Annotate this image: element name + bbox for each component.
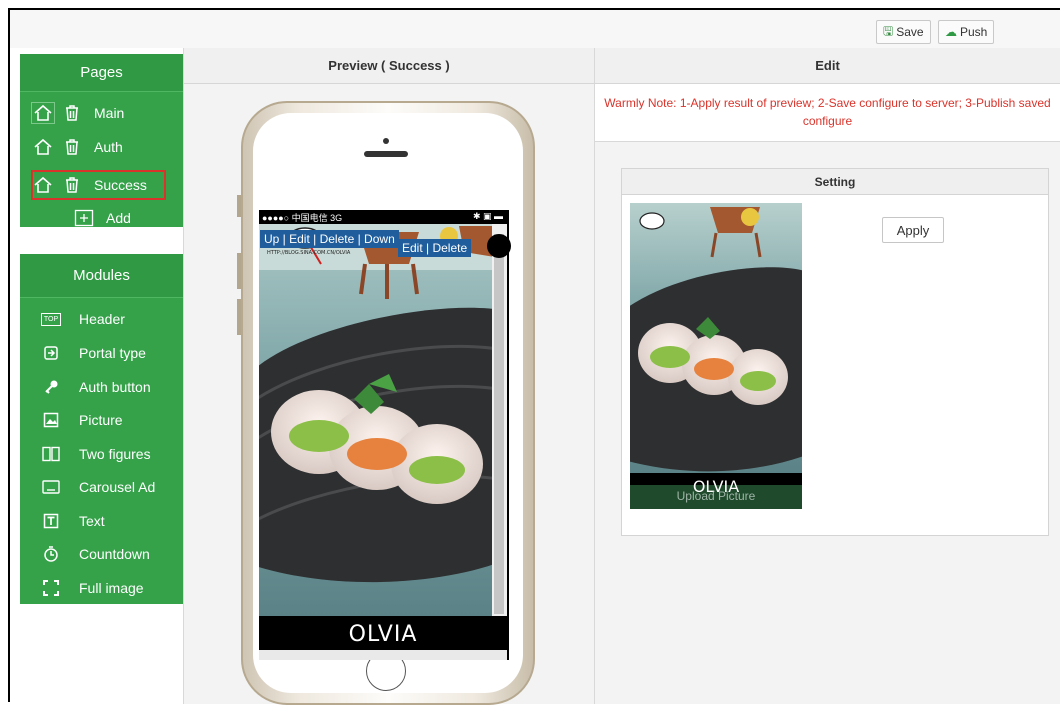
thumbnail-illustration <box>630 203 802 509</box>
module-label: Auth button <box>79 379 151 395</box>
home-icon[interactable] <box>32 137 54 157</box>
page-item-main[interactable]: Main <box>31 100 125 126</box>
key-icon <box>40 379 62 395</box>
module-full-image[interactable]: Full image <box>40 575 144 601</box>
apply-button[interactable]: Apply <box>882 217 944 243</box>
phone-side-button <box>237 299 241 335</box>
page-item-success[interactable]: Success <box>32 172 147 198</box>
phone-mockup: ●●●●○ 中国电信 3G ✱ ▣ ▬ HTTP://BLOG.SINA.COM… <box>237 101 535 705</box>
scrollbar-thumb[interactable] <box>494 234 504 614</box>
home-icon[interactable] <box>31 102 55 124</box>
add-page-button[interactable]: Add <box>74 205 131 231</box>
home-icon[interactable] <box>32 175 54 195</box>
dark-circle-marker <box>487 234 511 258</box>
modules-title: Modules <box>20 254 183 298</box>
app-frame: 🖫 Save ☁ Push Pages Main Auth Success Ad… <box>8 8 1060 705</box>
module-countdown[interactable]: Countdown <box>40 541 150 567</box>
push-label: Push <box>960 25 988 39</box>
module-text[interactable]: Text <box>40 508 105 534</box>
carrier-text: ●●●●○ 中国电信 3G <box>262 212 343 223</box>
edit-title: Edit <box>595 48 1060 84</box>
picture-edit-toolbar[interactable]: Edit | Delete <box>398 239 472 257</box>
page-label: Auth <box>94 139 123 155</box>
preview-horizontal-scrollbar[interactable] <box>259 650 507 660</box>
module-label: Portal type <box>79 345 146 361</box>
page-label: Main <box>94 105 125 121</box>
add-label: Add <box>106 210 131 226</box>
module-label: Picture <box>79 412 123 428</box>
module-portal-type[interactable]: Portal type <box>40 340 146 366</box>
upload-picture-button[interactable]: Upload Picture <box>630 489 802 503</box>
phone-side-button <box>237 253 241 289</box>
phone-status-bar: ●●●●○ 中国电信 3G ✱ ▣ ▬ <box>259 210 509 224</box>
food-picture[interactable]: HTTP://BLOG.SINA.COM.CN/OLVIA <box>259 224 507 616</box>
brand-text: OLVIA <box>348 621 418 647</box>
setting-title: Setting <box>622 169 1048 195</box>
phone-speaker <box>364 151 408 157</box>
text-icon <box>40 513 62 529</box>
watermark-text: HTTP://BLOG.SINA.COM.CN/OLVIA <box>267 250 351 256</box>
module-label: Two figures <box>79 446 151 462</box>
warm-note: Warmly Note: 1-Apply result of preview; … <box>595 84 1060 142</box>
module-label: Countdown <box>79 546 150 562</box>
phone-camera <box>383 138 389 144</box>
module-header[interactable]: TOP Header <box>40 306 125 332</box>
fullscreen-icon <box>40 580 62 596</box>
module-label: Header <box>79 311 125 327</box>
save-label: Save <box>896 25 924 39</box>
page-item-auth[interactable]: Auth <box>32 134 123 160</box>
preview-vertical-scrollbar[interactable] <box>492 224 507 650</box>
pages-title: Pages <box>20 54 183 92</box>
trash-icon[interactable] <box>62 137 82 157</box>
module-two-figures[interactable]: Two figures <box>40 441 151 467</box>
module-label: Carousel Ad <box>79 479 156 495</box>
toolbar: 🖫 Save ☁ Push <box>10 10 1060 48</box>
edit-column: Edit Warmly Note: 1-Apply result of prev… <box>595 48 1060 704</box>
module-auth-button[interactable]: Auth button <box>40 374 151 400</box>
preview-title: Preview ( Success ) <box>184 48 594 84</box>
floppy-icon: 🖫 <box>883 23 894 38</box>
preview-column: Preview ( Success ) ●●●●○ 中国电信 3G ✱ ▣ ▬ <box>184 48 595 705</box>
setting-panel: Setting OLVIA Upload Picture Apply <box>621 168 1049 536</box>
two-figures-icon <box>40 446 62 462</box>
page-label: Success <box>94 177 147 193</box>
pages-panel: Pages Main Auth Success Add <box>20 54 183 227</box>
countdown-icon <box>40 545 62 563</box>
cloud-upload-icon: ☁ <box>945 25 957 39</box>
module-label: Text <box>79 513 105 529</box>
module-carousel-ad[interactable]: Carousel Ad <box>40 474 155 500</box>
food-illustration: HTTP://BLOG.SINA.COM.CN/OLVIA <box>259 224 507 616</box>
module-edit-toolbar[interactable]: Up | Edit | Delete | Down <box>260 230 399 248</box>
picture-icon <box>40 412 62 428</box>
modules-panel: Modules TOP Header Portal type Auth butt… <box>20 254 183 604</box>
save-button[interactable]: 🖫 Save <box>876 20 931 44</box>
phone-screen: ●●●●○ 中国电信 3G ✱ ▣ ▬ HTTP://BLOG.SINA.COM… <box>259 210 509 660</box>
trash-icon[interactable] <box>62 103 82 123</box>
picture-thumbnail[interactable]: OLVIA Upload Picture <box>630 203 802 509</box>
module-picture[interactable]: Picture <box>40 407 123 433</box>
trash-icon[interactable] <box>62 175 82 195</box>
phone-side-button <box>237 195 241 217</box>
plus-box-icon <box>74 209 94 227</box>
carousel-icon <box>40 480 62 494</box>
push-button[interactable]: ☁ Push <box>938 20 995 44</box>
module-label: Full image <box>79 580 144 596</box>
left-column: Pages Main Auth Success Add Modules TOP … <box>10 48 184 704</box>
top-icon: TOP <box>40 312 62 326</box>
status-icons: ✱ ▣ ▬ <box>472 211 503 221</box>
portal-icon <box>40 345 62 361</box>
